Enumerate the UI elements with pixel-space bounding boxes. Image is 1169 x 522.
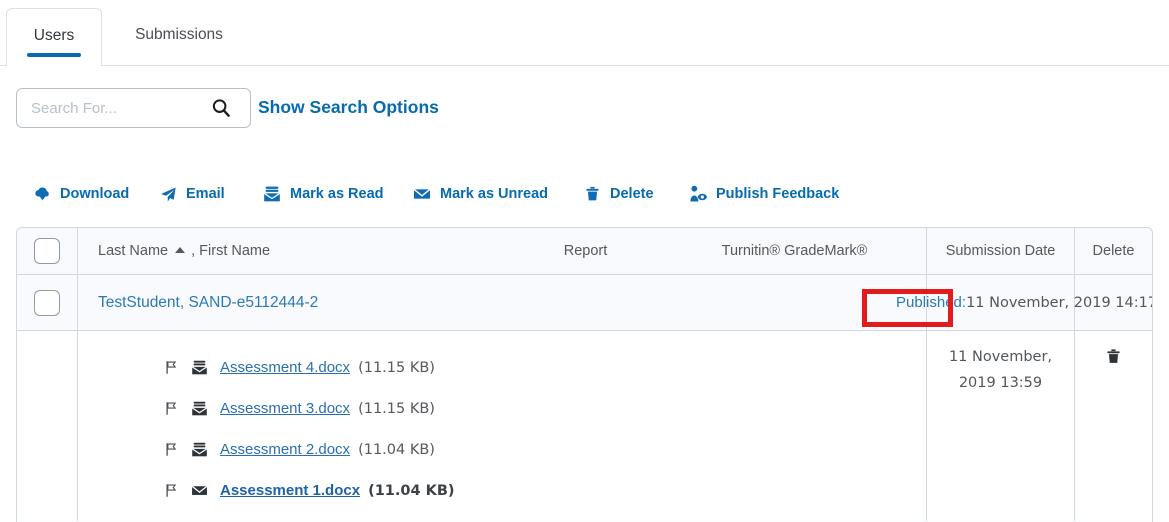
user-grademark-cell: Published: 11 November, 2019 14:17: [663, 275, 1152, 330]
tab-bar: Users Submissions: [0, 8, 1169, 66]
publish-feedback-button-label: Publish Feedback: [716, 186, 840, 202]
files-submission-date-text: 11 November, 2019 13:59: [949, 344, 1052, 396]
flag-outline-icon[interactable]: [162, 359, 180, 377]
user-name-cell: TestStudent, SAND-e5112444-2: [78, 275, 508, 330]
published-status: Published: 11 November, 2019 14:17: [896, 275, 1153, 330]
trash-icon: [582, 184, 602, 204]
envelope-closed-icon: [188, 482, 210, 500]
files-submission-date-cell: 11 November, 2019 13:59: [926, 331, 1074, 521]
file-size-text: (11.15 KB): [358, 400, 435, 417]
flag-outline-icon[interactable]: [162, 482, 180, 500]
header-name-label: Last Name , First Name: [98, 243, 270, 259]
user-name-link[interactable]: TestStudent, SAND-e5112444-2: [98, 294, 318, 312]
delete-button-label: Delete: [610, 186, 654, 202]
submissions-page: Users Submissions Show Search Options: [0, 0, 1169, 522]
file-name-link[interactable]: Assessment 3.docx: [220, 400, 350, 417]
tab-active-indicator: [27, 53, 81, 57]
submission-date-line-2: 2019 13:59: [958, 375, 1043, 391]
list-item: Assessment 2.docx (11.04 KB): [162, 429, 455, 470]
user-report-cell: [508, 275, 663, 330]
header-grademark-label: Turnitin® GradeMark®: [721, 243, 868, 259]
search-box[interactable]: [16, 88, 251, 128]
header-submission-date-cell: Submission Date: [926, 228, 1074, 274]
submissions-table: Last Name , First Name Report Turnitin® …: [16, 227, 1153, 522]
row-select-cell: [17, 275, 78, 330]
envelope-open-icon: [188, 359, 210, 377]
envelope-open-icon: [188, 400, 210, 418]
select-all-checkbox[interactable]: [34, 238, 60, 264]
file-list: Assessment 4.docx (11.15 KB) Assessment …: [78, 341, 455, 511]
table-row-files: Assessment 4.docx (11.15 KB) Assessment …: [17, 331, 1152, 521]
envelope-open-icon: [262, 184, 282, 204]
row-checkbox[interactable]: [34, 289, 60, 316]
table-row-user: TestStudent, SAND-e5112444-2 Published: …: [17, 275, 1152, 331]
tab-submissions-label: Submissions: [135, 26, 223, 43]
list-item: Assessment 3.docx (11.15 KB): [162, 388, 455, 429]
list-item: Assessment 4.docx (11.15 KB): [162, 347, 455, 388]
search-row: Show Search Options: [0, 86, 1169, 132]
flag-outline-icon[interactable]: [162, 441, 180, 459]
files-select-cell: [17, 331, 78, 521]
file-size-text: (11.04 KB): [368, 482, 455, 499]
mark-as-read-button[interactable]: Mark as Read: [262, 176, 384, 212]
delete-button[interactable]: Delete: [582, 176, 654, 212]
header-delete-label: Delete: [1092, 243, 1135, 259]
tab-submissions[interactable]: Submissions: [110, 8, 248, 66]
email-button-label: Email: [186, 186, 225, 202]
table-header-row: Last Name , First Name Report Turnitin® …: [17, 228, 1152, 275]
file-name-link[interactable]: Assessment 2.docx: [220, 441, 350, 458]
file-name-link[interactable]: Assessment 1.docx: [220, 482, 360, 499]
mark-as-unread-button[interactable]: Mark as Unread: [412, 176, 548, 212]
mark-as-unread-button-label: Mark as Unread: [440, 186, 548, 202]
email-button[interactable]: Email: [158, 176, 225, 212]
download-button-label: Download: [60, 186, 130, 202]
files-delete-cell[interactable]: [1074, 331, 1152, 521]
download-cloud-icon: [32, 184, 52, 204]
search-input[interactable]: [17, 90, 202, 126]
trash-icon[interactable]: [1105, 347, 1122, 371]
person-eye-icon: [688, 184, 708, 204]
file-name-link[interactable]: Assessment 4.docx: [220, 359, 350, 376]
header-name-cell[interactable]: Last Name , First Name: [78, 228, 508, 274]
published-date-text: 11 November, 2019 14:17: [966, 294, 1153, 311]
envelope-open-icon: [188, 441, 210, 459]
header-last-name-text: Last Name: [98, 243, 169, 259]
show-search-options-link[interactable]: Show Search Options: [258, 97, 439, 118]
paper-plane-icon: [158, 184, 178, 204]
published-link[interactable]: Published:: [896, 294, 966, 311]
action-toolbar: Download Email Mark as Read Mark as Unre…: [0, 176, 1169, 214]
header-submission-date-label: Submission Date: [945, 243, 1056, 259]
list-item: Assessment 1.docx (11.04 KB): [162, 470, 455, 511]
header-report-cell: Report: [508, 228, 663, 274]
select-all-cell: [17, 228, 78, 274]
tab-users-label: Users: [33, 27, 75, 44]
mark-as-read-button-label: Mark as Read: [290, 186, 384, 202]
file-size-text: (11.15 KB): [358, 359, 435, 376]
header-grademark-cell: Turnitin® GradeMark®: [663, 228, 926, 274]
publish-feedback-button[interactable]: Publish Feedback: [688, 176, 839, 212]
tab-users[interactable]: Users: [6, 8, 102, 66]
sort-ascending-icon: [175, 247, 186, 253]
files-cell: Assessment 4.docx (11.15 KB) Assessment …: [78, 331, 926, 521]
file-size-text: (11.04 KB): [358, 441, 435, 458]
header-first-name-text: , First Name: [191, 243, 271, 259]
download-button[interactable]: Download: [32, 176, 129, 212]
submission-date-line-1: 11 November,: [948, 349, 1053, 365]
flag-outline-icon[interactable]: [162, 400, 180, 418]
envelope-closed-icon: [412, 184, 432, 204]
header-report-label: Report: [563, 243, 608, 259]
search-icon[interactable]: [202, 89, 240, 127]
header-delete-cell: Delete: [1074, 228, 1152, 274]
